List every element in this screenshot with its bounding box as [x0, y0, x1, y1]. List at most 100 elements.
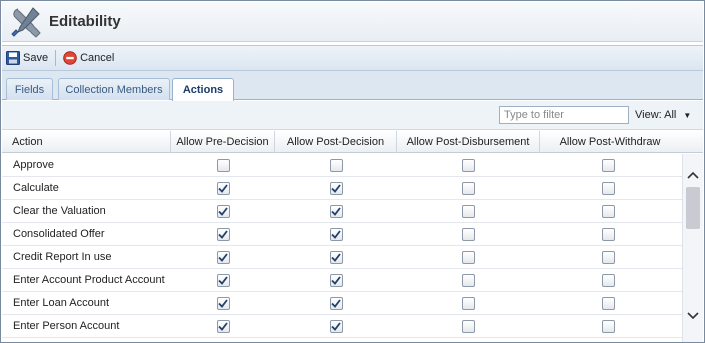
checkbox-pre-decision[interactable]: [216, 205, 230, 218]
grid-body: Approve Calculate Clear the Valuation Conso…: [2, 154, 682, 342]
page-title: Editability: [49, 13, 121, 30]
checkbox-post-decision[interactable]: [329, 228, 343, 241]
table-row[interactable]: Credit Report In use: [2, 246, 682, 269]
action-name: Clear the Valuation: [13, 205, 106, 217]
checkbox-post-decision[interactable]: [329, 205, 343, 218]
column-header-label: Allow Post-Decision: [286, 136, 385, 148]
action-name: Calculate: [13, 182, 59, 194]
checkbox-pre-decision[interactable]: [216, 159, 230, 172]
table-row[interactable]: Enter Loan Account: [2, 292, 682, 315]
checkbox-pre-decision[interactable]: [216, 320, 230, 333]
title-bar: Editability: [2, 2, 703, 42]
checkbox-post-disbursement[interactable]: [461, 274, 475, 287]
checkbox-post-disbursement[interactable]: [461, 182, 475, 195]
save-label: Save: [23, 52, 49, 64]
checkbox-pre-decision[interactable]: [216, 297, 230, 310]
action-name: Enter Account Product Account: [13, 274, 165, 286]
vertical-scrollbar[interactable]: [682, 154, 703, 342]
checkbox-pre-decision[interactable]: [216, 274, 230, 287]
tab-actions[interactable]: Actions: [172, 78, 234, 101]
check-icon: [331, 253, 341, 262]
column-header-label: Action: [12, 136, 43, 148]
action-name: Approve: [13, 159, 54, 171]
column-header-label: Allow Post-Disbursement: [406, 136, 530, 148]
checkbox-post-disbursement[interactable]: [461, 228, 475, 241]
table-row[interactable]: Approve: [2, 154, 682, 177]
caret-down-icon: ▼: [683, 110, 692, 120]
check-icon: [218, 184, 228, 193]
tab-collection-members[interactable]: Collection Members: [58, 78, 170, 100]
checkbox-post-withdraw[interactable]: [601, 182, 615, 195]
table-row[interactable]: Clear the Valuation: [2, 200, 682, 223]
column-header-pre-decision[interactable]: Allow Pre-Decision: [171, 131, 275, 153]
view-label: View: All: [635, 109, 677, 121]
check-icon: [331, 230, 341, 239]
checkbox-post-disbursement[interactable]: [461, 159, 475, 172]
checkbox-post-disbursement[interactable]: [461, 205, 475, 218]
action-name: Enter Loan Account: [13, 297, 110, 309]
checkbox-post-decision[interactable]: [329, 320, 343, 333]
filter-input[interactable]: [499, 106, 629, 124]
action-name: Credit Report In use: [13, 251, 112, 263]
checkbox-post-withdraw[interactable]: [601, 274, 615, 287]
checkbox-post-disbursement[interactable]: [461, 297, 475, 310]
scrollbar-thumb[interactable]: [686, 187, 700, 229]
tab-label: Collection Members: [65, 83, 163, 96]
cancel-label: Cancel: [80, 52, 115, 64]
check-icon: [218, 253, 228, 262]
column-header-label: Allow Pre-Decision: [176, 136, 269, 148]
checkbox-post-withdraw[interactable]: [601, 251, 615, 264]
table-row[interactable]: Consolidated Offer: [2, 223, 682, 246]
checkbox-post-withdraw[interactable]: [601, 228, 615, 241]
column-header-action[interactable]: Action: [2, 131, 171, 153]
check-icon: [218, 322, 228, 331]
no-entry-icon: [63, 51, 77, 65]
check-icon: [218, 230, 228, 239]
tab-label: Actions: [182, 84, 224, 96]
chevron-down-icon[interactable]: [687, 311, 699, 321]
checkbox-pre-decision[interactable]: [216, 228, 230, 241]
tab-fields[interactable]: Fields: [6, 78, 53, 100]
column-header-post-withdraw[interactable]: Allow Post-Withdraw: [540, 131, 680, 153]
checkbox-post-withdraw[interactable]: [601, 320, 615, 333]
column-header-label: Allow Post-Withdraw: [559, 136, 661, 148]
cancel-button[interactable]: Cancel: [59, 48, 118, 68]
check-icon: [331, 276, 341, 285]
floppy-disk-icon: [6, 51, 20, 65]
chevron-up-icon[interactable]: [687, 170, 699, 180]
toolbar-divider: [55, 50, 57, 66]
tab-bar: Fields Collection Members Actions: [2, 71, 703, 101]
action-name: Consolidated Offer: [13, 228, 105, 240]
action-name: Enter Person Account: [13, 320, 120, 332]
checkbox-post-disbursement[interactable]: [461, 320, 475, 333]
checkbox-pre-decision[interactable]: [216, 182, 230, 195]
checkbox-post-decision[interactable]: [329, 182, 343, 195]
check-icon: [218, 207, 228, 216]
checkbox-post-decision[interactable]: [329, 297, 343, 310]
checkbox-post-withdraw[interactable]: [601, 297, 615, 310]
checkbox-post-decision[interactable]: [329, 159, 343, 172]
checkbox-post-disbursement[interactable]: [461, 251, 475, 264]
save-button[interactable]: Save: [2, 48, 52, 68]
column-header-post-disbursement[interactable]: Allow Post-Disbursement: [397, 131, 540, 153]
wrench-screwdriver-icon: [11, 6, 41, 38]
table-row[interactable]: Calculate: [2, 177, 682, 200]
grid-header: Action Allow Pre-Decision Allow Post-Dec…: [2, 131, 703, 153]
checkbox-post-decision[interactable]: [329, 251, 343, 264]
column-header-post-decision[interactable]: Allow Post-Decision: [275, 131, 397, 153]
toolbar: Save Cancel: [2, 45, 703, 71]
view-dropdown[interactable]: View: All ▼: [635, 109, 691, 121]
editability-window: Editability Save Cancel Fields Collectio…: [0, 0, 705, 343]
checkbox-post-decision[interactable]: [329, 274, 343, 287]
check-icon: [331, 207, 341, 216]
checkbox-post-withdraw[interactable]: [601, 159, 615, 172]
checkbox-pre-decision[interactable]: [216, 251, 230, 264]
check-icon: [218, 276, 228, 285]
check-icon: [331, 299, 341, 308]
check-icon: [331, 322, 341, 331]
filter-bar: View: All ▼: [2, 101, 703, 130]
checkbox-post-withdraw[interactable]: [601, 205, 615, 218]
table-row[interactable]: Enter Person Account: [2, 315, 682, 338]
table-row[interactable]: Enter Account Product Account: [2, 269, 682, 292]
check-icon: [218, 299, 228, 308]
